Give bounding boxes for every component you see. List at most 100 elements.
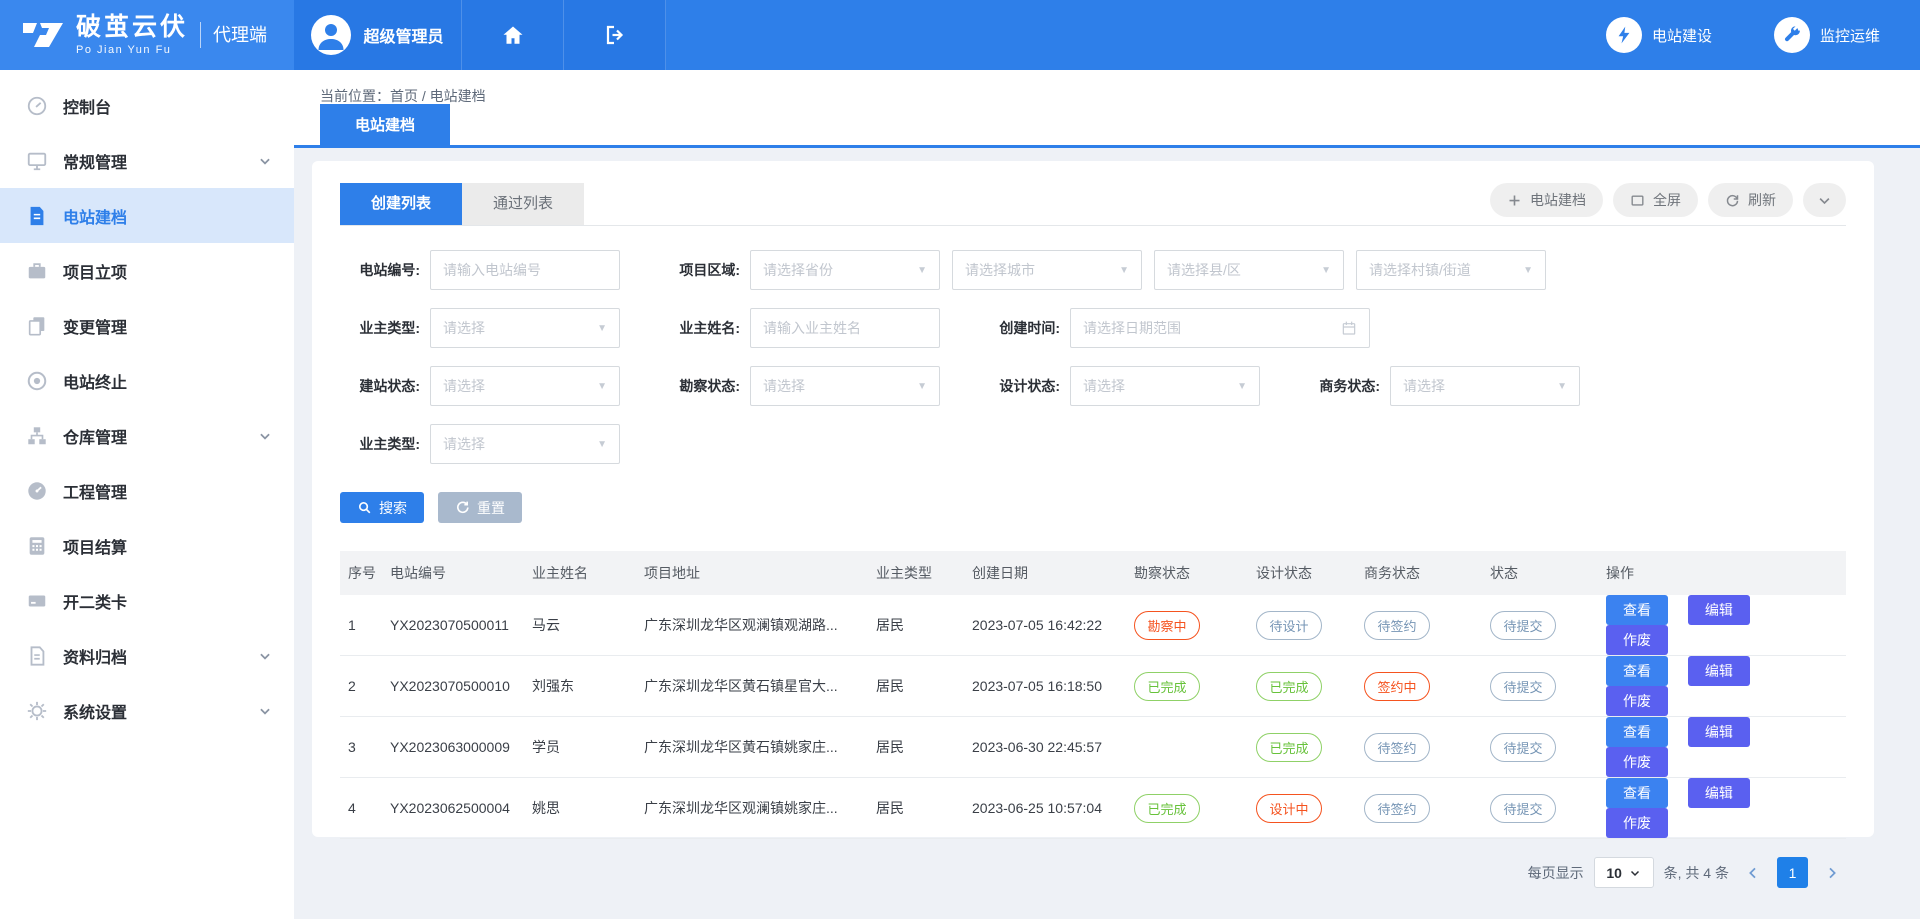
view-button[interactable]: 查看 <box>1606 778 1668 808</box>
col-owner: 业主姓名 <box>524 551 636 595</box>
prev-page-button[interactable] <box>1739 859 1767 887</box>
fullscreen-label: 全屏 <box>1653 190 1681 210</box>
view-button[interactable]: 查看 <box>1606 717 1668 747</box>
sidebar-item-project-initiation[interactable]: 项目立项 <box>0 243 294 298</box>
cell-no: 2 <box>340 656 382 717</box>
town-select[interactable]: 请选择村镇/街道▼ <box>1356 250 1546 290</box>
sidebar-item-station-archive[interactable]: 电站建档 <box>0 188 294 243</box>
col-business: 商务状态 <box>1356 551 1482 595</box>
breadcrumb-path: 首页 / 电站建档 <box>390 88 486 104</box>
search-button[interactable]: 搜索 <box>340 492 424 523</box>
reset-label: 重置 <box>477 498 505 518</box>
owner-name-input[interactable]: 请输入业主姓名 <box>750 308 940 348</box>
design-status-badge: 已完成 <box>1256 733 1322 762</box>
module-station-build[interactable]: 电站建设 <box>1606 17 1712 53</box>
edit-button[interactable]: 编辑 <box>1688 595 1750 625</box>
home-button[interactable] <box>462 0 564 70</box>
edit-button[interactable]: 编辑 <box>1688 717 1750 747</box>
sidebar-item-open-card[interactable]: 开二类卡 <box>0 573 294 628</box>
sidebar-item-change-mgmt[interactable]: 变更管理 <box>0 298 294 353</box>
sidebar-item-system-settings[interactable]: 系统设置 <box>0 683 294 738</box>
logout-button[interactable] <box>564 0 666 70</box>
placeholder-text: 请选择日期范围 <box>1083 318 1181 338</box>
page-tab-station-archive[interactable]: 电站建档 <box>320 104 450 145</box>
sidebar-item-warehouse-mgmt[interactable]: 仓库管理 <box>0 408 294 463</box>
user-menu[interactable]: 超级管理员 <box>294 0 462 70</box>
date-range-input[interactable]: 请选择日期范围 <box>1070 308 1370 348</box>
sidebar-item-data-archive[interactable]: 资料归档 <box>0 628 294 683</box>
per-page-value: 10 <box>1606 865 1622 881</box>
col-address: 项目地址 <box>636 551 868 595</box>
caret-down-icon: ▼ <box>597 323 607 334</box>
per-page-select[interactable]: 10 <box>1594 857 1654 888</box>
card-icon <box>26 590 48 612</box>
province-select[interactable]: 请选择省份▼ <box>750 250 940 290</box>
placeholder-text: 请选择 <box>1403 376 1445 396</box>
caret-down-icon: ▼ <box>1119 265 1129 276</box>
tab-passed-list[interactable]: 通过列表 <box>462 183 584 225</box>
home-icon <box>501 23 525 47</box>
next-page-button[interactable] <box>1818 859 1846 887</box>
reset-button[interactable]: 重置 <box>438 492 522 523</box>
chevron-right-icon <box>1824 865 1840 881</box>
station-code-input[interactable]: 请输入电站编号 <box>430 250 620 290</box>
placeholder-text: 请选择 <box>443 318 485 338</box>
caret-down-icon: ▼ <box>1237 381 1247 392</box>
create-station-button[interactable]: 电站建档 <box>1490 183 1603 217</box>
void-button[interactable]: 作废 <box>1606 808 1668 838</box>
logo-icon <box>20 17 66 53</box>
logo: 破茧云伏 Po Jian Yun Fu 代理端 <box>0 0 294 70</box>
survey-status-badge: 已完成 <box>1134 672 1200 701</box>
sidebar-item-label: 工程管理 <box>63 479 127 503</box>
chevron-down-icon <box>258 154 272 168</box>
portal-label: 代理端 <box>200 22 267 48</box>
sidebar-item-project-settlement[interactable]: 项目结算 <box>0 518 294 573</box>
edit-button[interactable]: 编辑 <box>1688 778 1750 808</box>
build-status-select[interactable]: 请选择▼ <box>430 366 620 406</box>
cell-address: 广东深圳龙华区黄石镇星官大... <box>636 656 868 717</box>
sidebar-item-general-mgmt[interactable]: 常规管理 <box>0 133 294 188</box>
owner-type2-select[interactable]: 请选择▼ <box>430 424 620 464</box>
main-area: 当前位置：首页 / 电站建档 电站建档 创建列表 通过列表 电站建档 全屏 <box>294 70 1920 919</box>
void-button[interactable]: 作废 <box>1606 686 1668 716</box>
dashboard-icon <box>26 95 48 117</box>
col-created: 创建日期 <box>964 551 1126 595</box>
void-button[interactable]: 作废 <box>1606 747 1668 777</box>
cell-owner: 姚思 <box>524 778 636 839</box>
sidebar-item-dashboard[interactable]: 控制台 <box>0 78 294 133</box>
survey-status-select[interactable]: 请选择▼ <box>750 366 940 406</box>
cell-no: 4 <box>340 778 382 839</box>
cell-owner: 刘强东 <box>524 656 636 717</box>
station-table: 序号 电站编号 业主姓名 项目地址 业主类型 创建日期 勘察状态 设计状态 商务… <box>340 551 1846 839</box>
tab-create-list[interactable]: 创建列表 <box>340 183 462 225</box>
refresh-button[interactable]: 刷新 <box>1708 183 1793 217</box>
sidebar-item-label: 仓库管理 <box>63 424 127 448</box>
plus-icon <box>1507 193 1522 208</box>
placeholder-text: 请输入电站编号 <box>443 260 541 280</box>
county-select[interactable]: 请选择县/区▼ <box>1154 250 1344 290</box>
view-button[interactable]: 查看 <box>1606 595 1668 625</box>
page-1-button[interactable]: 1 <box>1777 857 1808 888</box>
fullscreen-button[interactable]: 全屏 <box>1613 183 1698 217</box>
owner-type-select[interactable]: 请选择 ▼ <box>430 308 620 348</box>
business-status-select[interactable]: 请选择▼ <box>1390 366 1580 406</box>
sidebar-item-station-terminate[interactable]: 电站终止 <box>0 353 294 408</box>
void-button[interactable]: 作废 <box>1606 625 1668 655</box>
user-icon <box>311 15 351 55</box>
cell-code: YX2023070500010 <box>382 656 524 717</box>
app-title: 破茧云伏 <box>76 14 188 42</box>
module-monitor-ops[interactable]: 监控运维 <box>1774 17 1880 53</box>
sidebar-item-engineering-mgmt[interactable]: 工程管理 <box>0 463 294 518</box>
status-badge: 待提交 <box>1490 794 1556 823</box>
target-icon <box>26 370 48 392</box>
collapse-button[interactable] <box>1803 183 1846 217</box>
view-button[interactable]: 查看 <box>1606 656 1668 686</box>
table-row: 2 YX2023070500010 刘强东 广东深圳龙华区黄石镇星官大... 居… <box>340 656 1846 717</box>
edit-button[interactable]: 编辑 <box>1688 656 1750 686</box>
caret-down-icon <box>1629 867 1641 879</box>
design-status-select[interactable]: 请选择▼ <box>1070 366 1260 406</box>
cell-no: 1 <box>340 595 382 656</box>
user-name: 超级管理员 <box>363 23 443 47</box>
sidebar-item-label: 开二类卡 <box>63 589 127 613</box>
city-select[interactable]: 请选择城市▼ <box>952 250 1142 290</box>
